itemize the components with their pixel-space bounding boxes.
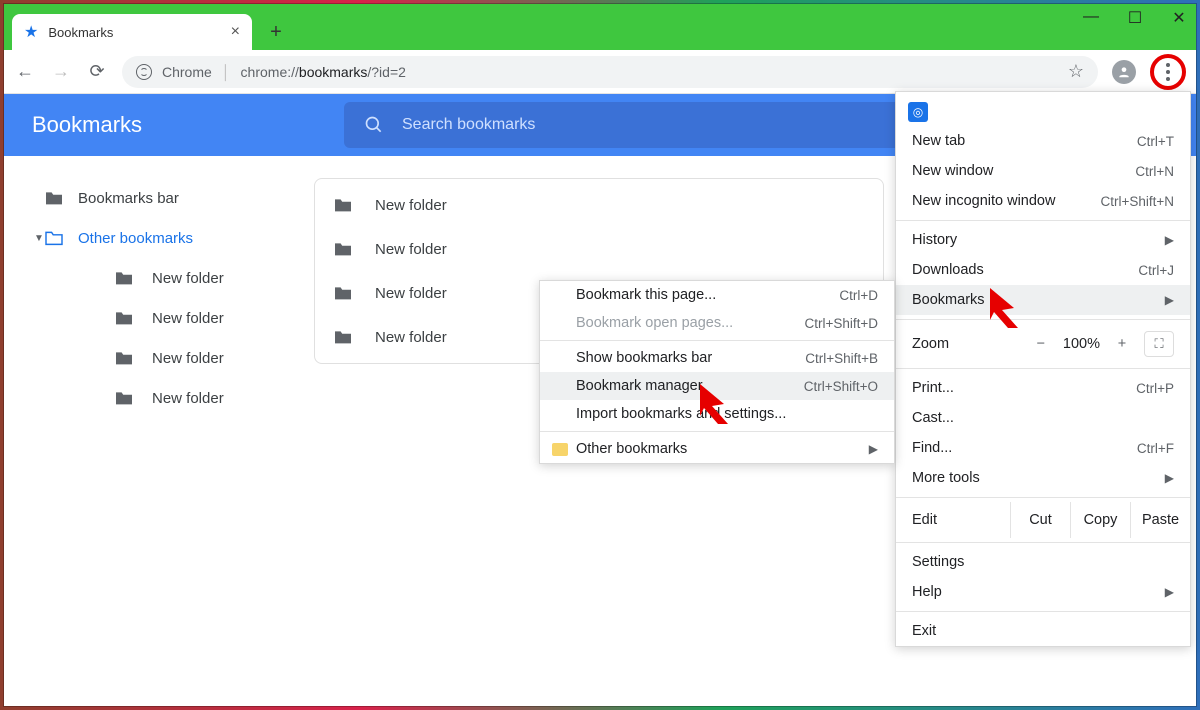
more-menu-button[interactable] [1150,54,1186,90]
chevron-right-icon: ▶ [1165,471,1174,485]
sidebar-label: New folder [152,310,224,327]
menu-new-window[interactable]: New windowCtrl+N [896,156,1190,186]
menu-more-tools[interactable]: More tools▶ [896,463,1190,493]
bookmarks-submenu: Bookmark this page...Ctrl+D Bookmark ope… [539,280,895,464]
submenu-bookmark-open: Bookmark open pages...Ctrl+Shift+D [540,309,894,337]
window-maximize-icon[interactable]: ☐ [1124,8,1146,28]
sidebar: Bookmarks bar ▼ Other bookmarks New fold… [4,156,294,706]
omnibox-suffix: /?id=2 [367,64,406,80]
back-button[interactable]: ← [14,61,36,82]
sidebar-item-folder[interactable]: New folder [4,338,294,378]
extension-icon[interactable]: ◎ [896,92,1190,126]
page-title: Bookmarks [4,112,344,138]
fullscreen-button[interactable]: ⛶ [1144,331,1174,357]
forward-button[interactable]: → [50,61,72,82]
zoom-value: 100% [1063,336,1100,352]
search-placeholder: Search bookmarks [402,116,535,134]
menu-edit-row: Edit Cut Copy Paste [896,502,1190,538]
list-item-label: New folder [375,197,447,214]
chevron-right-icon: ▶ [869,442,878,456]
zoom-plus-button[interactable]: + [1110,336,1134,352]
bookmark-star-icon[interactable]: ☆ [1068,61,1084,82]
star-icon: ★ [24,22,38,42]
menu-bookmarks[interactable]: Bookmarks▶ [896,285,1190,315]
chevron-down-icon[interactable]: ▼ [34,233,44,244]
menu-settings[interactable]: Settings [896,547,1190,577]
omnibox-scheme: Chrome [162,64,212,80]
sidebar-label: New folder [152,270,224,287]
sidebar-item-folder[interactable]: New folder [4,378,294,418]
sidebar-item-other-bookmarks[interactable]: ▼ Other bookmarks [4,218,294,258]
submenu-show-bar[interactable]: Show bookmarks barCtrl+Shift+B [540,344,894,372]
list-item[interactable]: New folder [315,227,883,271]
profile-avatar[interactable] [1112,60,1136,84]
sidebar-label: Bookmarks bar [78,190,179,207]
submenu-import[interactable]: Import bookmarks and settings... [540,400,894,428]
reload-button[interactable]: ⟳ [86,61,108,82]
sidebar-label: Other bookmarks [78,230,193,247]
list-item[interactable]: New folder [315,183,883,227]
omnibox-prefix: chrome:// [241,64,299,80]
chevron-right-icon: ▶ [1165,585,1174,599]
sidebar-item-folder[interactable]: New folder [4,298,294,338]
menu-new-tab[interactable]: New tabCtrl+T [896,126,1190,156]
menu-incognito[interactable]: New incognito windowCtrl+Shift+N [896,186,1190,216]
menu-cast[interactable]: Cast... [896,403,1190,433]
menu-copy[interactable]: Copy [1070,502,1130,538]
omnibox[interactable]: Chrome │ chrome://bookmarks/?id=2 ☆ [122,56,1098,88]
titlebar: ★ Bookmarks × + — ☐ ✕ [4,4,1196,50]
list-item-label: New folder [375,285,447,302]
menu-print[interactable]: Print...Ctrl+P [896,373,1190,403]
submenu-other-bookmarks[interactable]: Other bookmarks▶ [540,435,894,463]
window-close-icon[interactable]: ✕ [1168,8,1190,28]
sidebar-item-folder[interactable]: New folder [4,258,294,298]
list-item-label: New folder [375,329,447,346]
chrome-icon [136,64,152,80]
menu-zoom: Zoom − 100% + ⛶ [896,324,1190,364]
folder-icon [552,443,568,456]
sidebar-label: New folder [152,350,224,367]
menu-help[interactable]: Help▶ [896,577,1190,607]
menu-find[interactable]: Find...Ctrl+F [896,433,1190,463]
sidebar-label: New folder [152,390,224,407]
tab-title: Bookmarks [48,25,220,40]
chevron-right-icon: ▶ [1165,233,1174,247]
address-bar: ← → ⟳ Chrome │ chrome://bookmarks/?id=2 … [4,50,1196,94]
menu-exit[interactable]: Exit [896,616,1190,646]
omnibox-bold: bookmarks [299,64,367,80]
main-menu: ◎ New tabCtrl+T New windowCtrl+N New inc… [895,91,1191,647]
highlight-circle [1150,54,1186,90]
tab-close-icon[interactable]: × [231,23,240,41]
search-input[interactable]: Search bookmarks [344,102,904,148]
menu-cut[interactable]: Cut [1010,502,1070,538]
browser-tab[interactable]: ★ Bookmarks × [12,14,252,50]
menu-downloads[interactable]: DownloadsCtrl+J [896,255,1190,285]
list-item-label: New folder [375,241,447,258]
menu-history[interactable]: History▶ [896,225,1190,255]
submenu-bookmark-manager[interactable]: Bookmark managerCtrl+Shift+O [540,372,894,400]
chevron-right-icon: ▶ [1165,293,1174,307]
omnibox-separator: │ [222,64,231,80]
new-tab-button[interactable]: + [262,18,290,46]
window-minimize-icon[interactable]: — [1080,8,1102,28]
zoom-minus-button[interactable]: − [1029,336,1053,352]
sidebar-item-bookmarks-bar[interactable]: Bookmarks bar [4,178,294,218]
menu-paste[interactable]: Paste [1130,502,1190,538]
submenu-bookmark-page[interactable]: Bookmark this page...Ctrl+D [540,281,894,309]
